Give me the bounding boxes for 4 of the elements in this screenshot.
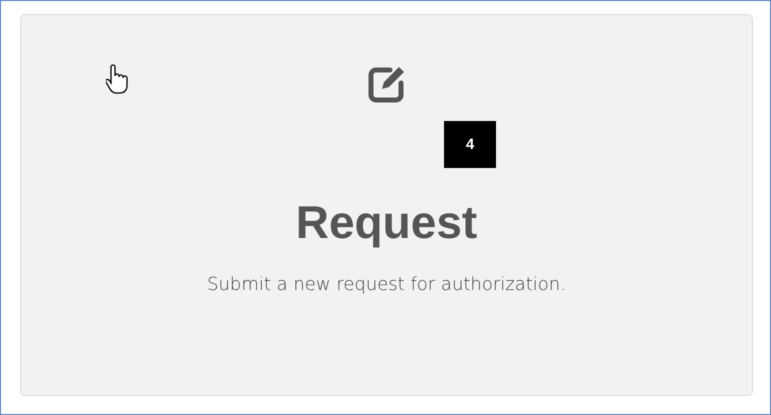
card-title: Request	[296, 195, 478, 250]
card-description: Submit a new request for authorization.	[207, 274, 566, 296]
step-badge: 4	[444, 121, 496, 168]
hand-cursor-icon	[106, 63, 130, 95]
